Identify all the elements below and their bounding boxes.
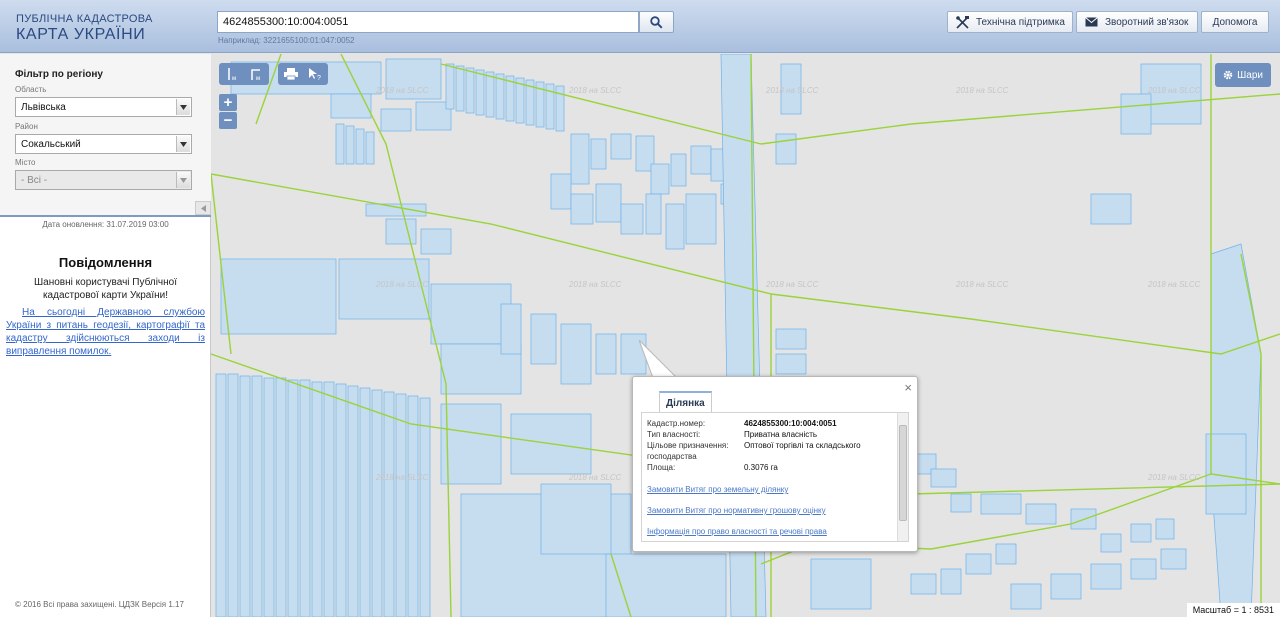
- layers-label: Шари: [1237, 69, 1263, 81]
- chevron-left-icon: [200, 204, 206, 212]
- map-canvas[interactable]: 2018 на SLCC 2018 на SLCC 2018 на SLCC 2…: [211, 54, 1280, 617]
- ruler-icon: м: [228, 68, 236, 81]
- notice-title: Повідомлення: [58, 255, 153, 270]
- logo[interactable]: ПУБЛІЧНА КАДАСТРОВА КАРТА УКРАЇНИ: [16, 13, 153, 44]
- watermark: 2018 на SLCC: [376, 86, 429, 95]
- notice-greeting: Шановні користувачі Публічної кадастрово…: [34, 277, 177, 301]
- popup-body: Кадастр.номер: 4624855300:10:004:0051 Ти…: [641, 412, 909, 542]
- logo-line-2: КАРТА УКРАЇНИ: [16, 26, 146, 43]
- area-ruler-icon: м: [251, 69, 260, 81]
- cadastral-label: Кадастр.номер:: [647, 419, 706, 428]
- watermark: 2018 на SLCC: [1148, 473, 1201, 482]
- chevron-down-icon: [176, 172, 190, 188]
- scale-indicator: Масштаб = 1 : 8531: [1186, 603, 1280, 617]
- watermark: 2018 на SLCC: [766, 86, 819, 95]
- gear-icon: [1223, 70, 1233, 80]
- search-input[interactable]: [217, 11, 639, 33]
- svg-text:м: м: [232, 76, 236, 81]
- pointer-question-icon: ?: [309, 68, 321, 81]
- printer-icon: [284, 68, 298, 80]
- region-filter: Фільтр по регіону Область Львівська Райо…: [0, 54, 211, 217]
- area-value: 0.3076 га: [744, 463, 778, 472]
- feedback-button[interactable]: Зворотний зв'язок: [1076, 11, 1198, 33]
- parcel-popup: × Ділянка Кадастр.номер: 4624855300:10:0…: [632, 376, 918, 552]
- popup-tail: [639, 340, 679, 379]
- watermark: 2018 на SLCC: [569, 473, 622, 482]
- copyright: © 2016 Всі права захищені. ЦДЗК Версія 1…: [15, 600, 184, 609]
- district-value: Сокальський: [21, 139, 81, 150]
- logo-line-1: ПУБЛІЧНА КАДАСТРОВА: [16, 13, 153, 25]
- header: ПУБЛІЧНА КАДАСТРОВА КАРТА УКРАЇНИ Наприк…: [0, 0, 1280, 53]
- purpose-label: Цільове призначення:: [647, 441, 729, 450]
- svg-text:?: ?: [317, 75, 321, 81]
- purpose-value: Оптової торгівлі та складського: [744, 441, 861, 450]
- watermark: 2018 на SLCC: [766, 280, 819, 289]
- cadastral-value: 4624855300:10:004:0051: [744, 419, 837, 428]
- watermark: 2018 на SLCC: [956, 280, 1009, 289]
- measure-distance-button[interactable]: м: [222, 65, 242, 83]
- feedback-label: Зворотний зв'язок: [1105, 16, 1189, 28]
- map-tools: ?: [278, 63, 328, 85]
- district-label: Район: [15, 122, 38, 131]
- notice-link[interactable]: На сьогодні Державною службою України з …: [6, 306, 205, 358]
- watermark: 2018 на SLCC: [569, 86, 622, 95]
- watermark: 2018 на SLCC: [1148, 86, 1201, 95]
- cadastral-map-app: ПУБЛІЧНА КАДАСТРОВА КАРТА УКРАЇНИ Наприк…: [0, 0, 1280, 617]
- tools-icon: [956, 15, 969, 29]
- chevron-down-icon: [176, 99, 190, 115]
- watermark: 2018 на SLCC: [1148, 280, 1201, 289]
- popup-scrollbar[interactable]: [897, 413, 908, 541]
- ownership-info-link[interactable]: Інформація про право власності та речові…: [647, 527, 827, 536]
- collapse-sidebar-button[interactable]: [195, 201, 211, 215]
- region-label: Область: [15, 85, 47, 94]
- purpose-continued: господарства: [647, 452, 697, 461]
- sidebar: Фільтр по регіону Область Львівська Райо…: [0, 54, 211, 617]
- close-icon[interactable]: ×: [904, 380, 912, 395]
- city-value: - Всі -: [21, 175, 48, 186]
- region-select[interactable]: Львівська: [15, 97, 192, 117]
- update-date: Дата оновлення: 31.07.2019 03:00: [42, 220, 169, 229]
- measure-area-button[interactable]: м: [246, 65, 266, 83]
- envelope-icon: [1085, 17, 1098, 27]
- watermark: 2018 на SLCC: [376, 473, 429, 482]
- zoom-in-button[interactable]: +: [219, 94, 237, 111]
- support-label: Технічна підтримка: [976, 16, 1065, 28]
- search-example: Наприклад: 3221655100:01:047:0052: [218, 36, 355, 45]
- support-button[interactable]: Технічна підтримка: [947, 11, 1073, 33]
- city-select[interactable]: - Всі -: [15, 170, 192, 190]
- area-label: Площа:: [647, 463, 676, 472]
- search-button[interactable]: [639, 11, 674, 33]
- zoom-out-button[interactable]: −: [219, 112, 237, 129]
- tab-parcel[interactable]: Ділянка: [659, 391, 712, 413]
- print-button[interactable]: [281, 65, 301, 83]
- region-value: Львівська: [21, 102, 66, 113]
- help-button[interactable]: Допомога: [1201, 11, 1269, 33]
- help-label: Допомога: [1212, 16, 1258, 28]
- filter-title: Фільтр по регіону: [15, 69, 103, 80]
- watermark: 2018 на SLCC: [569, 280, 622, 289]
- order-valuation-extract-link[interactable]: Замовити Витяг про нормативну грошову оц…: [647, 506, 826, 515]
- ownership-label: Тип власності:: [647, 430, 701, 439]
- measure-tools: м м: [219, 63, 269, 85]
- watermark: 2018 на SLCC: [956, 86, 1009, 95]
- ownership-value: Приватна власність: [744, 430, 818, 439]
- order-parcel-extract-link[interactable]: Замовити Витяг про земельну ділянку: [647, 485, 788, 494]
- search-icon: [650, 15, 663, 29]
- svg-text:м: м: [256, 76, 260, 81]
- district-select[interactable]: Сокальський: [15, 134, 192, 154]
- chevron-down-icon: [176, 136, 190, 152]
- scrollbar-thumb[interactable]: [899, 425, 907, 521]
- identify-button[interactable]: ?: [305, 65, 325, 83]
- watermark: 2018 на SLCC: [376, 280, 429, 289]
- city-label: Місто: [15, 158, 36, 167]
- layers-button[interactable]: Шари: [1215, 63, 1271, 87]
